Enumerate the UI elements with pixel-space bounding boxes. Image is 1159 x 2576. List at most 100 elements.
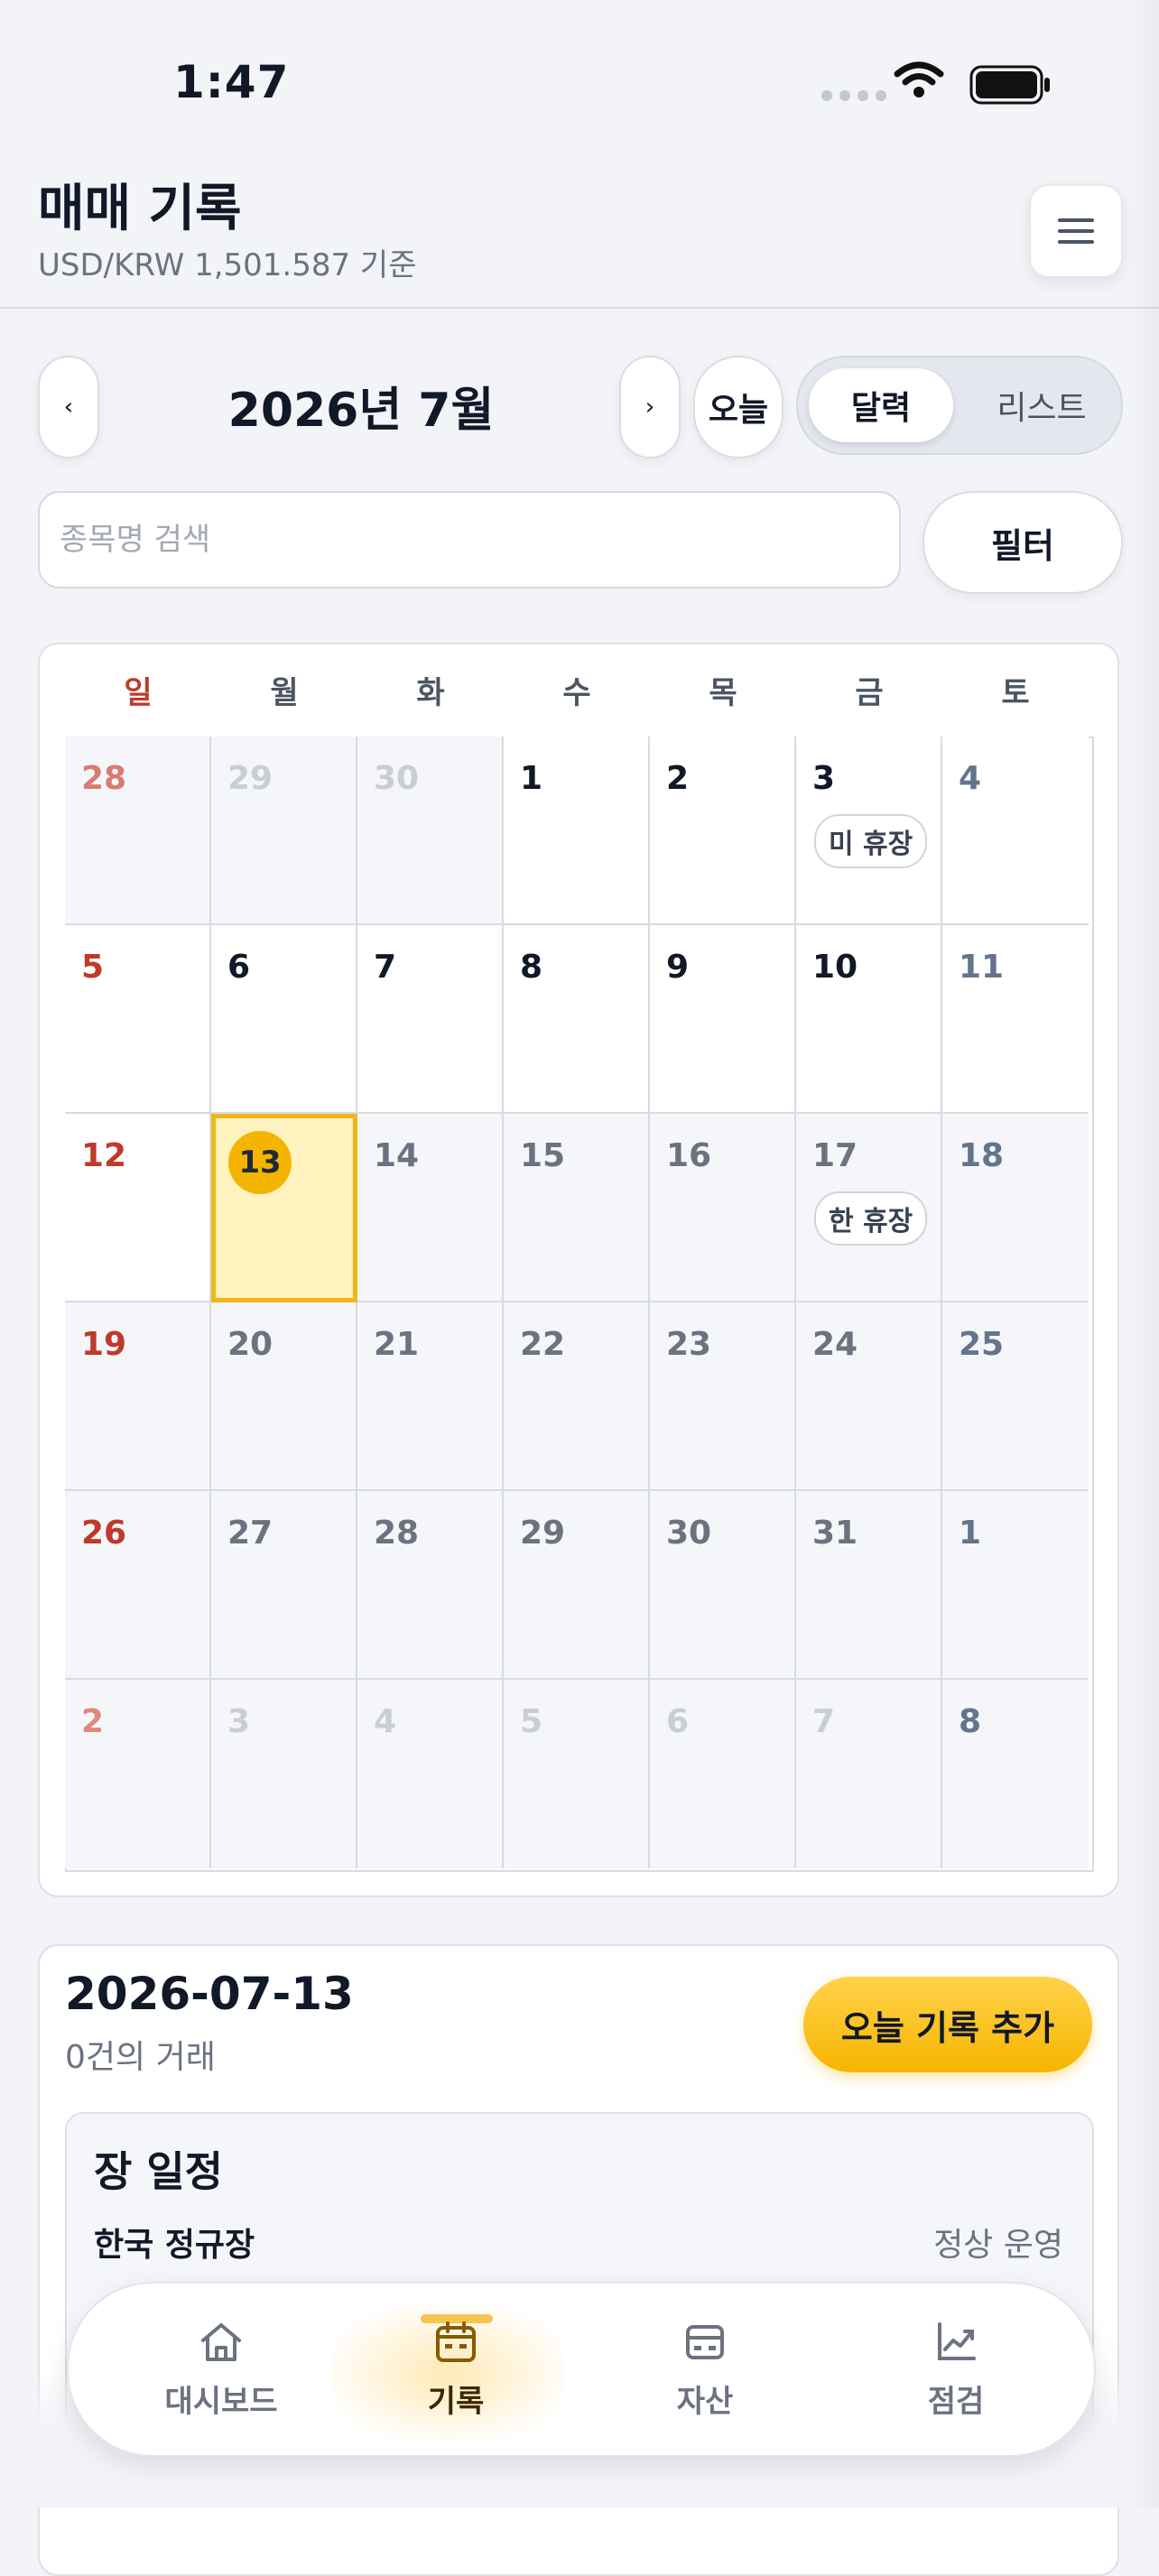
- calendar-day-number: 4: [959, 760, 982, 797]
- calendar-day-cell[interactable]: 29: [504, 1491, 650, 1680]
- calendar-day-cell[interactable]: 6: [650, 1680, 796, 1868]
- calendar-day-cell[interactable]: 6: [211, 925, 357, 1114]
- calendar-day-cell[interactable]: 27: [211, 1491, 357, 1680]
- calendar-day-cell[interactable]: 22: [504, 1302, 650, 1491]
- schedule-row-label: 한국 정규장: [94, 2227, 255, 2264]
- calendar-day-cell[interactable]: 2: [65, 1680, 211, 1868]
- calendar-day-number: 29: [520, 1515, 566, 1552]
- calendar-day-cell[interactable]: 14: [357, 1114, 504, 1302]
- calendar-day-cell[interactable]: 9: [650, 925, 796, 1114]
- calendar-day-number: 25: [959, 1326, 1005, 1363]
- calendar-day-number: 16: [666, 1137, 712, 1174]
- calendar-day-number: 24: [812, 1326, 858, 1363]
- nav-dashboard[interactable]: 대시보드: [117, 2284, 325, 2455]
- calendar-day-number: 2: [666, 760, 690, 797]
- calendar-day-number: 26: [81, 1515, 127, 1552]
- month-label: 2026년 7월: [227, 384, 495, 438]
- market-schedule-title: 장 일정: [94, 2147, 223, 2196]
- calendar-day-cell[interactable]: 26: [65, 1491, 211, 1680]
- header-divider: [0, 307, 1159, 309]
- calendar-day-cell[interactable]: 5: [65, 925, 211, 1114]
- calendar-day-number: 2: [81, 1703, 105, 1740]
- calendar-day-cell[interactable]: 8: [504, 925, 650, 1114]
- calendar-day-number: 11: [959, 949, 1005, 986]
- weekday-label: 월: [270, 675, 299, 711]
- calendar-day-number: 1: [520, 760, 543, 797]
- calendar-day-cell[interactable]: 15: [504, 1114, 650, 1302]
- hamburger-icon: [1058, 218, 1094, 244]
- calendar-day-cell[interactable]: 21: [357, 1302, 504, 1491]
- nav-records[interactable]: 기록: [352, 2284, 560, 2455]
- calendar-day-cell[interactable]: 17 한 휴장: [796, 1114, 942, 1302]
- calendar-day-cell[interactable]: 4: [357, 1680, 504, 1868]
- nav-records-label: 기록: [427, 2383, 485, 2420]
- calendar-day-number: 12: [81, 1137, 127, 1174]
- calendar-day-cell[interactable]: 19: [65, 1302, 211, 1491]
- calendar-day-cell[interactable]: 1: [504, 737, 650, 925]
- calendar-day-cell[interactable]: 31: [796, 1491, 942, 1680]
- wallet-icon: [686, 2324, 724, 2359]
- view-toggle: 달력 리스트: [796, 356, 1123, 455]
- calendar-day-number: 8: [520, 949, 543, 986]
- calendar-day-cell[interactable]: 2: [650, 737, 796, 925]
- calendar-day-cell[interactable]: 7: [357, 925, 504, 1114]
- weekday-label: 일: [124, 675, 153, 711]
- calendar-day-number: 7: [812, 1703, 836, 1740]
- calendar-day-number: 27: [227, 1515, 274, 1552]
- calendar-day-cell[interactable]: 3: [211, 1680, 357, 1868]
- calendar-day-number: 1: [959, 1515, 982, 1552]
- nav-review[interactable]: 점검: [852, 2284, 1060, 2455]
- calendar-day-cell[interactable]: 11: [942, 925, 1089, 1114]
- calendar-day-cell[interactable]: 5: [504, 1680, 650, 1868]
- calendar-day-cell[interactable]: 28: [65, 737, 211, 925]
- weekday-label: 목: [709, 675, 737, 711]
- calendar-view-tab[interactable]: 달력: [809, 368, 953, 442]
- nav-assets[interactable]: 자산: [601, 2284, 809, 2455]
- chart-line-icon: [938, 2321, 976, 2360]
- calendar-day-number: 23: [666, 1326, 712, 1363]
- filter-button[interactable]: 필터: [923, 491, 1123, 594]
- calendar-day-cell[interactable]: 28: [357, 1491, 504, 1680]
- calendar-day-cell[interactable]: 16: [650, 1114, 796, 1302]
- home-icon: [201, 2322, 241, 2361]
- calendar-day-number: 9: [666, 949, 690, 986]
- calendar-day-number: 14: [374, 1137, 420, 1174]
- calendar-day-cell[interactable]: 29: [211, 737, 357, 925]
- calendar-day-number: 20: [227, 1326, 274, 1363]
- calendar-day-number: 6: [666, 1703, 690, 1740]
- calendar-day-cell[interactable]: 7: [796, 1680, 942, 1868]
- calendar-day-number: 18: [959, 1137, 1005, 1174]
- weekday-label: 금: [855, 675, 884, 711]
- search-input[interactable]: [38, 491, 901, 588]
- list-view-tab[interactable]: 리스트: [969, 368, 1114, 442]
- calendar-day-cell[interactable]: 3 미 휴장: [796, 737, 942, 925]
- calendar-day-cell[interactable]: 23: [650, 1302, 796, 1491]
- calendar-day-cell[interactable]: 10: [796, 925, 942, 1114]
- calendar-day-cell[interactable]: 30: [357, 737, 504, 925]
- calendar-day-cell[interactable]: 25: [942, 1302, 1089, 1491]
- calendar-day-number: 30: [666, 1515, 712, 1552]
- calendar-day-cell[interactable]: 13: [211, 1114, 357, 1302]
- cellular-signal-icon: [821, 90, 886, 101]
- calendar-day-cell[interactable]: 4: [942, 737, 1089, 925]
- trade-count: 0건의 거래: [65, 2039, 216, 2076]
- nav-review-label: 점검: [927, 2383, 985, 2420]
- calendar-day-cell[interactable]: 8: [942, 1680, 1089, 1868]
- add-today-record-button[interactable]: 오늘 기록 추가: [803, 1977, 1092, 2072]
- next-month-button[interactable]: ›: [619, 356, 681, 459]
- calendar-day-number: 21: [374, 1326, 420, 1363]
- calendar-day-cell[interactable]: 12: [65, 1114, 211, 1302]
- nav-dashboard-label: 대시보드: [164, 2383, 278, 2420]
- calendar-day-cell[interactable]: 24: [796, 1302, 942, 1491]
- calendar-day-number: 31: [812, 1515, 858, 1552]
- calendar-day-number: 8: [959, 1703, 982, 1740]
- today-button[interactable]: 오늘: [693, 356, 783, 459]
- weekday-label: 토: [1001, 675, 1030, 711]
- calendar-day-cell[interactable]: 30: [650, 1491, 796, 1680]
- calendar-day-cell[interactable]: 18: [942, 1114, 1089, 1302]
- menu-button[interactable]: [1029, 184, 1123, 278]
- prev-month-button[interactable]: ‹: [38, 356, 99, 459]
- calendar-day-cell[interactable]: 1: [942, 1491, 1089, 1680]
- nav-assets-label: 자산: [676, 2383, 734, 2420]
- calendar-day-cell[interactable]: 20: [211, 1302, 357, 1491]
